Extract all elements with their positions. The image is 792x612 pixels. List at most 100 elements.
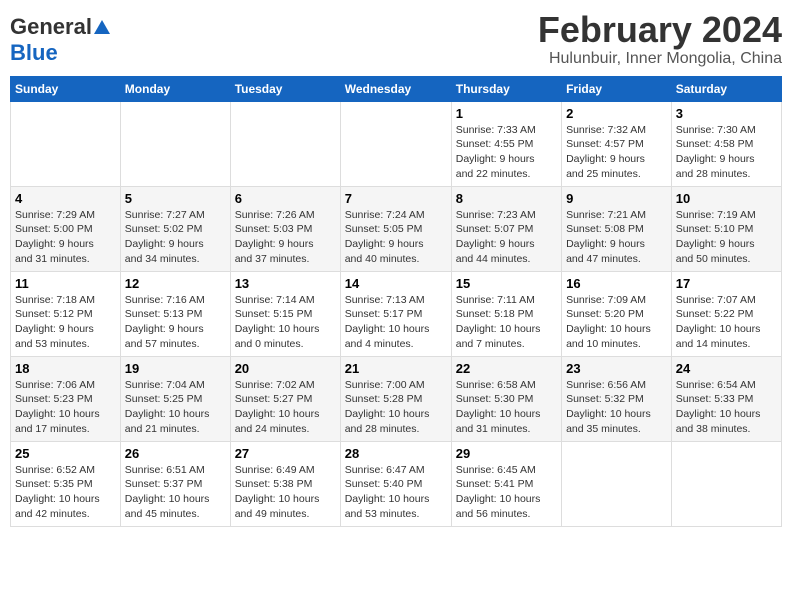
day-info: Sunrise: 7:19 AM Sunset: 5:10 PM Dayligh… xyxy=(676,208,777,267)
day-number: 2 xyxy=(566,106,667,121)
day-info: Sunrise: 7:04 AM Sunset: 5:25 PM Dayligh… xyxy=(125,378,226,437)
day-number: 22 xyxy=(456,361,557,376)
day-number: 23 xyxy=(566,361,667,376)
day-info: Sunrise: 7:14 AM Sunset: 5:15 PM Dayligh… xyxy=(235,293,336,352)
day-number: 14 xyxy=(345,276,447,291)
calendar-day-cell: 27 Sunrise: 6:49 AM Sunset: 5:38 PM Dayli… xyxy=(230,441,340,526)
calendar-day-cell xyxy=(230,101,340,186)
calendar-header-row: SundayMondayTuesdayWednesdayThursdayFrid… xyxy=(11,76,782,101)
day-number: 29 xyxy=(456,446,557,461)
calendar-day-cell: 22 Sunrise: 6:58 AM Sunset: 5:30 PM Dayli… xyxy=(451,356,561,441)
day-info: Sunrise: 7:29 AM Sunset: 5:00 PM Dayligh… xyxy=(15,208,116,267)
day-of-week-header: Saturday xyxy=(671,76,781,101)
day-number: 6 xyxy=(235,191,336,206)
calendar-day-cell: 26 Sunrise: 6:51 AM Sunset: 5:37 PM Dayli… xyxy=(120,441,230,526)
day-info: Sunrise: 6:45 AM Sunset: 5:41 PM Dayligh… xyxy=(456,463,557,522)
calendar-day-cell: 9 Sunrise: 7:21 AM Sunset: 5:08 PM Daylig… xyxy=(562,186,672,271)
day-of-week-header: Tuesday xyxy=(230,76,340,101)
calendar-day-cell xyxy=(120,101,230,186)
calendar-day-cell xyxy=(671,441,781,526)
day-info: Sunrise: 6:47 AM Sunset: 5:40 PM Dayligh… xyxy=(345,463,447,522)
calendar-day-cell xyxy=(340,101,451,186)
logo-triangle-icon xyxy=(94,20,110,34)
day-info: Sunrise: 7:16 AM Sunset: 5:13 PM Dayligh… xyxy=(125,293,226,352)
calendar-day-cell: 28 Sunrise: 6:47 AM Sunset: 5:40 PM Dayli… xyxy=(340,441,451,526)
day-info: Sunrise: 7:06 AM Sunset: 5:23 PM Dayligh… xyxy=(15,378,116,437)
calendar-day-cell: 11 Sunrise: 7:18 AM Sunset: 5:12 PM Dayli… xyxy=(11,271,121,356)
day-number: 9 xyxy=(566,191,667,206)
calendar-day-cell: 14 Sunrise: 7:13 AM Sunset: 5:17 PM Dayli… xyxy=(340,271,451,356)
day-info: Sunrise: 6:58 AM Sunset: 5:30 PM Dayligh… xyxy=(456,378,557,437)
calendar-day-cell: 10Sunrise: 7:19 AM Sunset: 5:10 PM Dayli… xyxy=(671,186,781,271)
calendar-day-cell: 13 Sunrise: 7:14 AM Sunset: 5:15 PM Dayli… xyxy=(230,271,340,356)
day-of-week-header: Sunday xyxy=(11,76,121,101)
day-number: 13 xyxy=(235,276,336,291)
calendar-week-row: 18 Sunrise: 7:06 AM Sunset: 5:23 PM Dayli… xyxy=(11,356,782,441)
day-number: 27 xyxy=(235,446,336,461)
day-number: 4 xyxy=(15,191,116,206)
day-number: 19 xyxy=(125,361,226,376)
day-of-week-header: Monday xyxy=(120,76,230,101)
day-number: 24 xyxy=(676,361,777,376)
day-number: 21 xyxy=(345,361,447,376)
day-info: Sunrise: 7:07 AM Sunset: 5:22 PM Dayligh… xyxy=(676,293,777,352)
calendar-day-cell xyxy=(562,441,672,526)
day-number: 17 xyxy=(676,276,777,291)
day-info: Sunrise: 7:24 AM Sunset: 5:05 PM Dayligh… xyxy=(345,208,447,267)
calendar-table: SundayMondayTuesdayWednesdayThursdayFrid… xyxy=(10,76,782,527)
calendar-day-cell: 17 Sunrise: 7:07 AM Sunset: 5:22 PM Dayli… xyxy=(671,271,781,356)
day-number: 7 xyxy=(345,191,447,206)
day-info: Sunrise: 7:33 AM Sunset: 4:55 PM Dayligh… xyxy=(456,123,557,182)
calendar-week-row: 11 Sunrise: 7:18 AM Sunset: 5:12 PM Dayli… xyxy=(11,271,782,356)
calendar-day-cell: 21 Sunrise: 7:00 AM Sunset: 5:28 PM Dayli… xyxy=(340,356,451,441)
page-header: General Blue February 2024 Hulunbuir, In… xyxy=(10,10,782,68)
day-info: Sunrise: 6:49 AM Sunset: 5:38 PM Dayligh… xyxy=(235,463,336,522)
day-info: Sunrise: 6:56 AM Sunset: 5:32 PM Dayligh… xyxy=(566,378,667,437)
day-info: Sunrise: 7:00 AM Sunset: 5:28 PM Dayligh… xyxy=(345,378,447,437)
logo: General Blue xyxy=(10,10,110,66)
day-number: 28 xyxy=(345,446,447,461)
calendar-day-cell: 1 Sunrise: 7:33 AM Sunset: 4:55 PM Daylig… xyxy=(451,101,561,186)
day-of-week-header: Wednesday xyxy=(340,76,451,101)
calendar-day-cell: 4 Sunrise: 7:29 AM Sunset: 5:00 PM Daylig… xyxy=(11,186,121,271)
day-info: Sunrise: 7:21 AM Sunset: 5:08 PM Dayligh… xyxy=(566,208,667,267)
day-info: Sunrise: 7:18 AM Sunset: 5:12 PM Dayligh… xyxy=(15,293,116,352)
calendar-day-cell: 3Sunrise: 7:30 AM Sunset: 4:58 PM Daylig… xyxy=(671,101,781,186)
calendar-day-cell: 5 Sunrise: 7:27 AM Sunset: 5:02 PM Daylig… xyxy=(120,186,230,271)
day-number: 16 xyxy=(566,276,667,291)
calendar-week-row: 25 Sunrise: 6:52 AM Sunset: 5:35 PM Dayli… xyxy=(11,441,782,526)
day-number: 1 xyxy=(456,106,557,121)
day-info: Sunrise: 7:27 AM Sunset: 5:02 PM Dayligh… xyxy=(125,208,226,267)
day-info: Sunrise: 7:13 AM Sunset: 5:17 PM Dayligh… xyxy=(345,293,447,352)
calendar-week-row: 4 Sunrise: 7:29 AM Sunset: 5:00 PM Daylig… xyxy=(11,186,782,271)
day-info: Sunrise: 7:30 AM Sunset: 4:58 PM Dayligh… xyxy=(676,123,777,182)
calendar-week-row: 1 Sunrise: 7:33 AM Sunset: 4:55 PM Daylig… xyxy=(11,101,782,186)
day-number: 25 xyxy=(15,446,116,461)
day-info: Sunrise: 7:11 AM Sunset: 5:18 PM Dayligh… xyxy=(456,293,557,352)
day-number: 12 xyxy=(125,276,226,291)
calendar-day-cell: 20Sunrise: 7:02 AM Sunset: 5:27 PM Dayli… xyxy=(230,356,340,441)
page-subtitle: Hulunbuir, Inner Mongolia, China xyxy=(538,50,782,68)
day-info: Sunrise: 7:09 AM Sunset: 5:20 PM Dayligh… xyxy=(566,293,667,352)
day-number: 18 xyxy=(15,361,116,376)
day-info: Sunrise: 6:52 AM Sunset: 5:35 PM Dayligh… xyxy=(15,463,116,522)
day-number: 26 xyxy=(125,446,226,461)
day-number: 20 xyxy=(235,361,336,376)
day-of-week-header: Friday xyxy=(562,76,672,101)
calendar-day-cell: 18 Sunrise: 7:06 AM Sunset: 5:23 PM Dayli… xyxy=(11,356,121,441)
page-title: February 2024 xyxy=(538,10,782,50)
calendar-day-cell: 19 Sunrise: 7:04 AM Sunset: 5:25 PM Dayli… xyxy=(120,356,230,441)
calendar-day-cell: 25 Sunrise: 6:52 AM Sunset: 5:35 PM Dayli… xyxy=(11,441,121,526)
calendar-day-cell: 23 Sunrise: 6:56 AM Sunset: 5:32 PM Dayli… xyxy=(562,356,672,441)
calendar-day-cell: 29 Sunrise: 6:45 AM Sunset: 5:41 PM Dayli… xyxy=(451,441,561,526)
day-number: 5 xyxy=(125,191,226,206)
calendar-day-cell: 8Sunrise: 7:23 AM Sunset: 5:07 PM Daylig… xyxy=(451,186,561,271)
day-of-week-header: Thursday xyxy=(451,76,561,101)
calendar-day-cell: 7 Sunrise: 7:24 AM Sunset: 5:05 PM Daylig… xyxy=(340,186,451,271)
day-number: 15 xyxy=(456,276,557,291)
day-info: Sunrise: 6:51 AM Sunset: 5:37 PM Dayligh… xyxy=(125,463,226,522)
calendar-day-cell: 24Sunrise: 6:54 AM Sunset: 5:33 PM Dayli… xyxy=(671,356,781,441)
logo-blue-text: Blue xyxy=(10,40,58,66)
day-number: 11 xyxy=(15,276,116,291)
day-info: Sunrise: 7:26 AM Sunset: 5:03 PM Dayligh… xyxy=(235,208,336,267)
